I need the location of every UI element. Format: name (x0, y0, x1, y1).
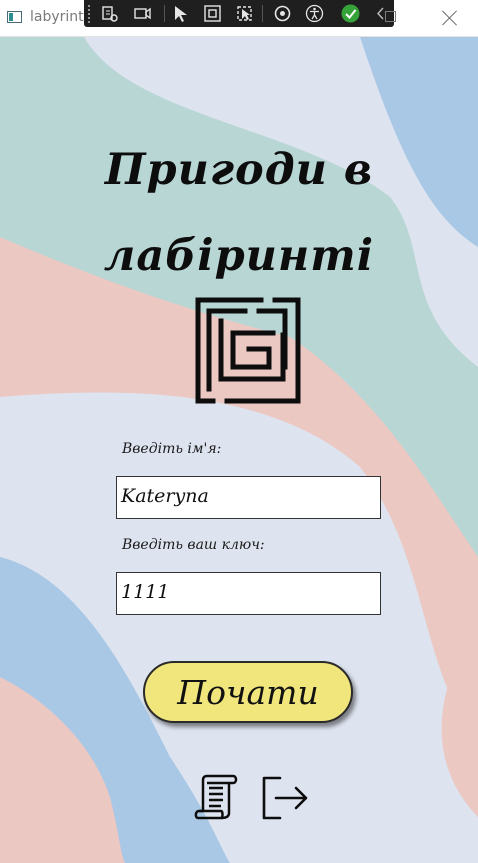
maximize-icon[interactable] (385, 11, 396, 22)
check-status-icon[interactable] (340, 3, 361, 24)
window-title: labyrint (30, 9, 84, 25)
page-title: Пригоди в лабіринті (0, 127, 478, 299)
maze-icon (195, 297, 301, 404)
title-line-2: лабіринті (103, 231, 375, 281)
close-icon[interactable] (440, 8, 460, 28)
select-element-icon[interactable] (171, 3, 192, 24)
scroll-icon[interactable] (193, 773, 241, 821)
name-input[interactable]: Kateryna (116, 476, 381, 519)
exit-icon[interactable] (260, 775, 310, 821)
window-title-bar: labyrint (0, 0, 478, 37)
key-input[interactable]: 1111 (116, 572, 381, 615)
debug-toolbar (84, 0, 394, 27)
video-icon[interactable] (132, 3, 153, 24)
toolbar-separator (164, 5, 165, 22)
window-app-icon (7, 11, 22, 23)
toolbar-separator (262, 5, 263, 22)
toolbar-grip-icon[interactable] (87, 4, 91, 23)
key-label: Введіть ваш ключ: (122, 537, 265, 553)
start-button[interactable]: Почати (143, 661, 353, 723)
hot-reload-icon[interactable] (272, 3, 293, 24)
accessibility-icon[interactable] (304, 3, 325, 24)
track-focus-icon[interactable] (234, 3, 255, 24)
title-line-1: Пригоди в (104, 145, 374, 195)
display-layout-icon[interactable] (202, 3, 223, 24)
live-tree-icon[interactable] (99, 3, 120, 24)
name-label: Введіть ім'я: (122, 441, 222, 457)
